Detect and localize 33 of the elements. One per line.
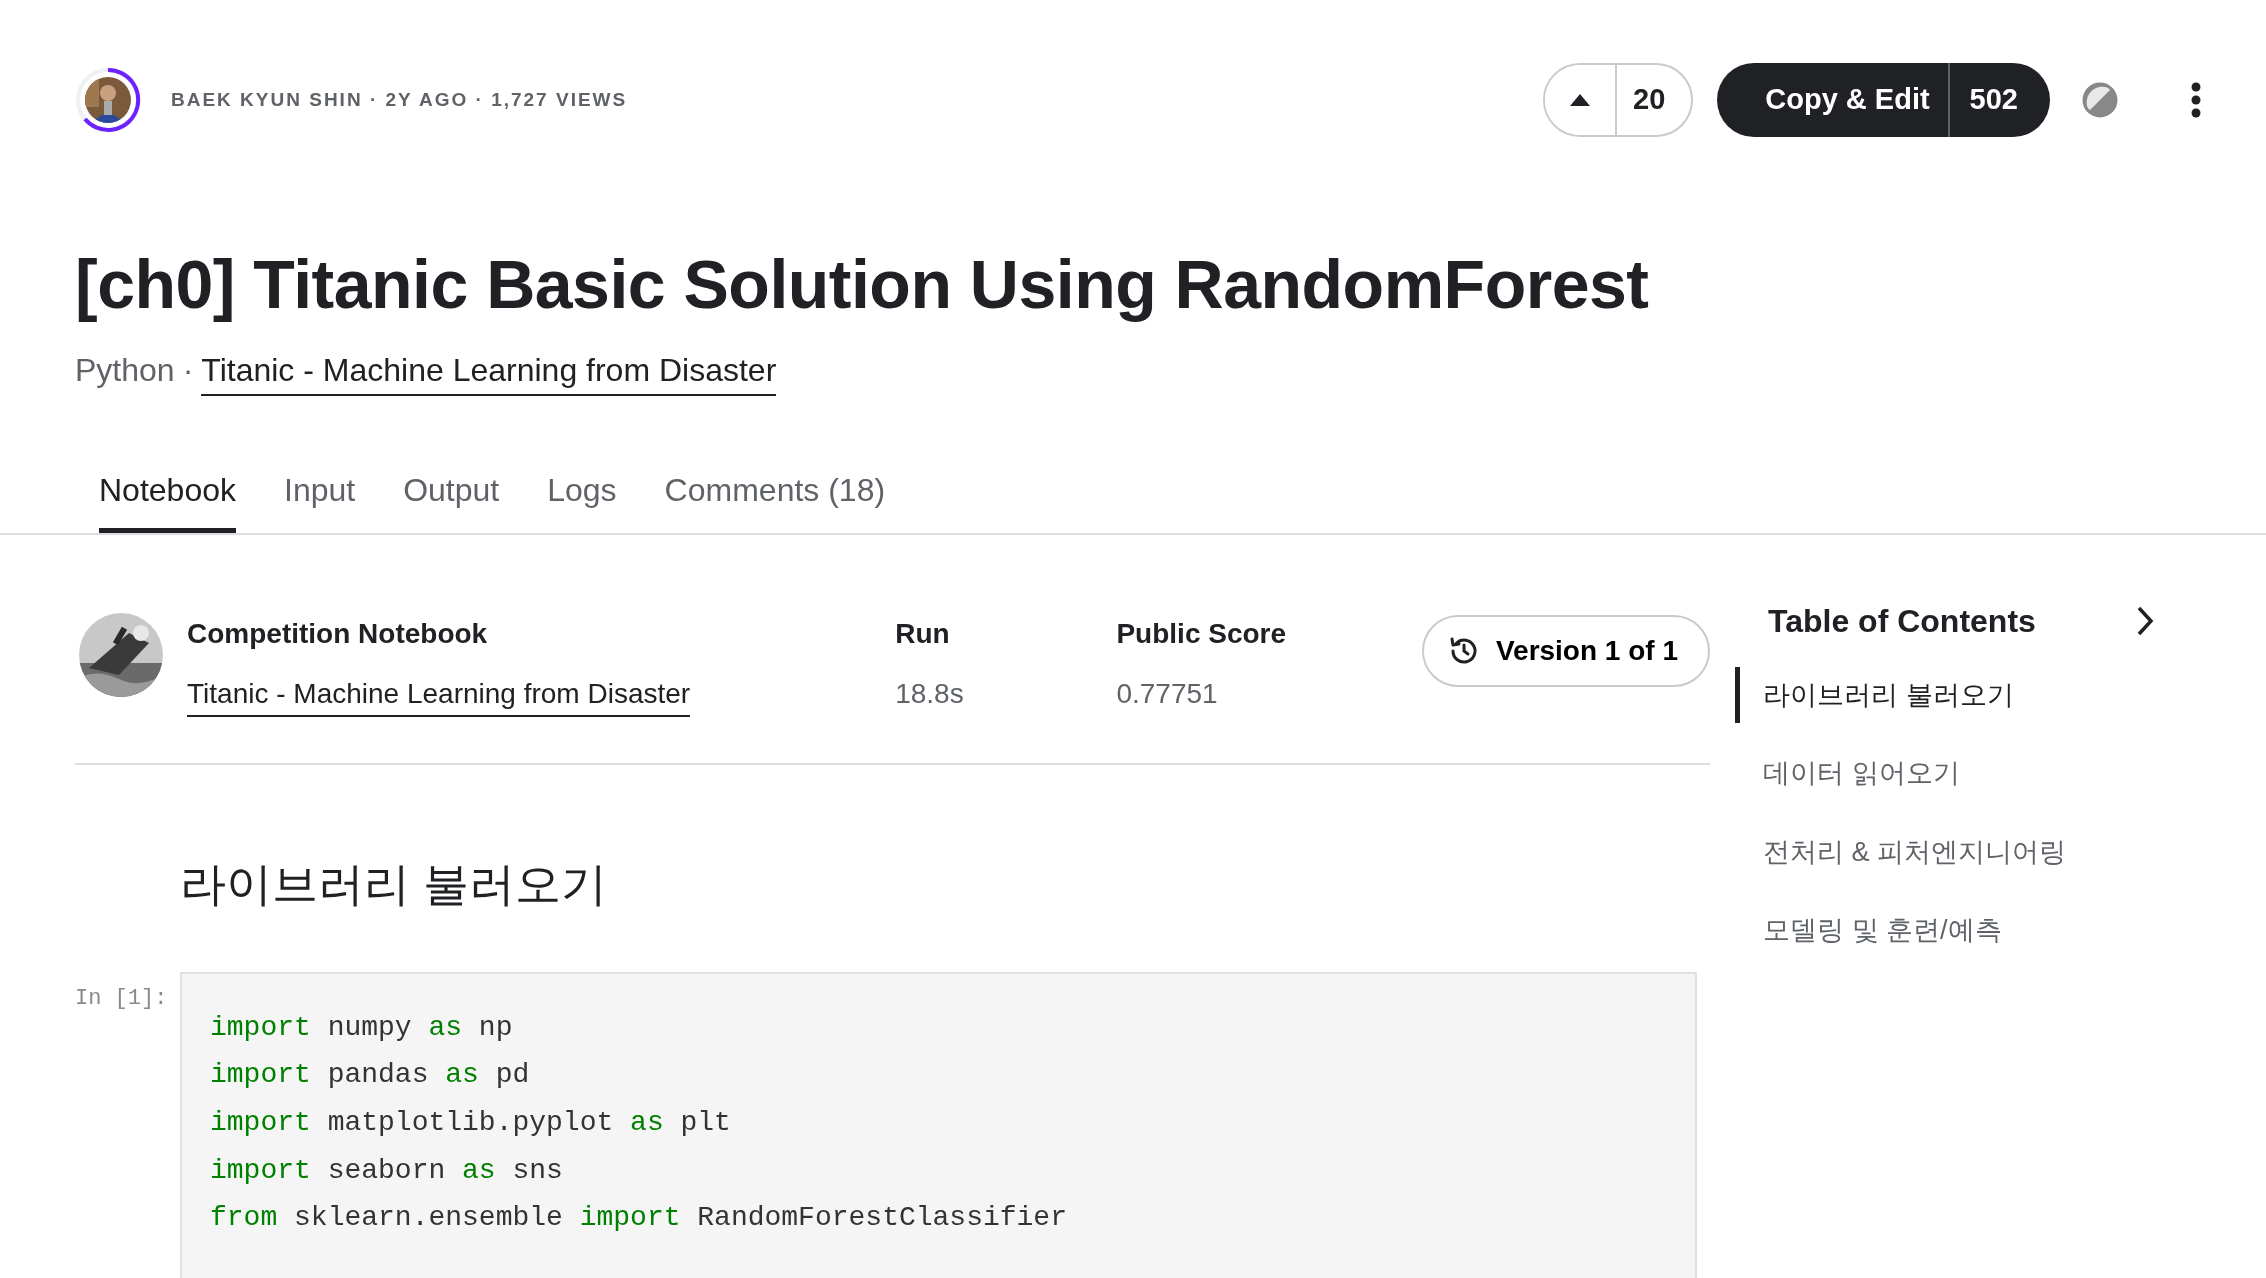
- tab[interactable]: Output: [403, 465, 500, 533]
- code-line: from sklearn.ensemble import RandomForestClassifier: [210, 1201, 1068, 1236]
- upvote-control[interactable]: 20: [1543, 63, 1694, 137]
- copy-edit-button[interactable]: Copy & Edit: [1717, 63, 1948, 137]
- author-meta: BAEK KYUN SHIN · 2Y AGO · 1,727 VIEWS: [171, 87, 628, 112]
- vote-count: 20: [1632, 82, 1667, 118]
- toc-item[interactable]: 라이브러리 불러오기: [1735, 666, 2155, 724]
- cell-prompt: In [1]:: [75, 984, 169, 1013]
- copy-count: 502: [1947, 63, 2050, 137]
- competition-heading: Competition Notebook: [187, 616, 489, 651]
- code-line: import numpy as np: [210, 1010, 514, 1045]
- run-time: 18.8s: [895, 676, 965, 711]
- competition-link[interactable]: Titanic - Machine Learning from Disaster: [201, 345, 777, 396]
- notebook-title: [ch0] Titanic Basic Solution Using RandomForest: [75, 245, 1650, 324]
- competition-link[interactable]: Titanic - Machine Learning from Disaster: [187, 672, 691, 717]
- code-line: import seaborn as sns: [210, 1153, 564, 1188]
- tab[interactable]: Logs: [547, 465, 617, 533]
- toc-title: Table of Contents: [1767, 601, 2036, 641]
- language-label: Python: [75, 350, 175, 390]
- toc-item[interactable]: 모델링 및 훈련/예측: [1735, 902, 2155, 959]
- run-label: Run: [895, 616, 951, 651]
- tab[interactable]: Comments (18): [664, 465, 886, 533]
- version-button[interactable]: Version 1 of 1: [1421, 614, 1710, 687]
- toc-item[interactable]: 전처리 & 피처엔지니어링: [1735, 823, 2155, 881]
- code-line: import matplotlib.pyplot as plt: [210, 1105, 732, 1140]
- separator-dot: ·: [182, 350, 194, 390]
- public-score: 0.77751: [1116, 676, 1219, 711]
- score-label: Public Score: [1116, 616, 1288, 651]
- toc-item[interactable]: 데이터 읽어오기: [1735, 745, 2155, 802]
- code-line: import pandas as pd: [210, 1058, 531, 1093]
- tab[interactable]: Notebook: [99, 465, 236, 533]
- tab[interactable]: Input: [284, 465, 356, 533]
- section-heading: 라이브러리 불러오기: [180, 856, 608, 912]
